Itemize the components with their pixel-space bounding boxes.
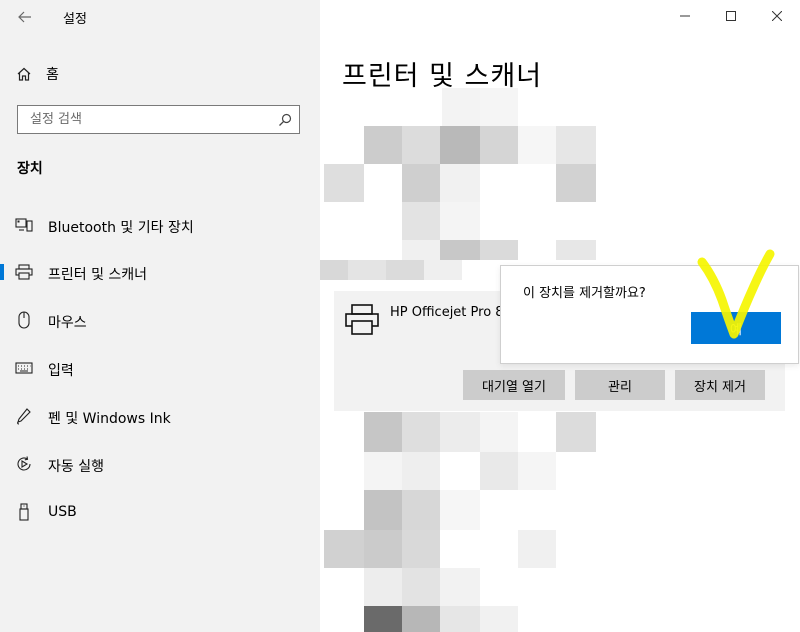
sidebar-item-label: 프린터 및 스캐너 xyxy=(48,267,148,283)
bluetooth-devices-icon xyxy=(15,216,33,234)
sidebar-item-label: 입력 xyxy=(48,363,74,379)
manage-button[interactable]: 관리 xyxy=(575,370,665,400)
minimize-button[interactable] xyxy=(662,0,708,32)
yes-button[interactable]: 예 xyxy=(691,312,781,344)
remove-confirm-flyout: 이 장치를 제거할까요? 예 xyxy=(500,265,799,364)
selection-indicator xyxy=(0,264,4,280)
sidebar-item-label: USB xyxy=(48,504,77,520)
home-icon xyxy=(17,67,31,81)
sidebar-item-usb[interactable]: USB xyxy=(0,494,320,530)
settings-search-box[interactable] xyxy=(17,105,300,134)
sidebar-item-typing[interactable]: 입력 xyxy=(0,350,320,386)
back-button[interactable] xyxy=(12,5,38,29)
autoplay-icon xyxy=(15,455,33,473)
back-arrow-icon xyxy=(18,11,31,23)
maximize-button[interactable] xyxy=(708,0,754,32)
pen-icon xyxy=(15,407,33,425)
search-button[interactable] xyxy=(271,106,299,133)
remove-device-button[interactable]: 장치 제거 xyxy=(675,370,765,400)
mouse-icon xyxy=(15,311,33,329)
printer-icon xyxy=(345,304,379,335)
open-queue-button[interactable]: 대기열 열기 xyxy=(463,370,565,400)
sidebar-item-label: 자동 실행 xyxy=(48,459,104,475)
minimize-icon xyxy=(680,15,690,17)
settings-search-input[interactable] xyxy=(28,111,271,128)
section-title-devices: 장치 xyxy=(17,161,43,177)
home-nav-item[interactable]: 홈 xyxy=(16,62,59,86)
close-button[interactable] xyxy=(754,0,800,32)
sidebar-item-label: 펜 및 Windows Ink xyxy=(48,411,171,427)
sidebar-item-label: 마우스 xyxy=(48,315,87,331)
confirm-message: 이 장치를 제거할까요? xyxy=(523,286,646,301)
sidebar: 설정 홈 장치 Bluetooth 및 기타 장치 xyxy=(0,0,320,632)
sidebar-item-printers[interactable]: 프린터 및 스캐너 xyxy=(0,254,320,290)
usb-icon xyxy=(15,503,33,521)
sidebar-item-mouse[interactable]: 마우스 xyxy=(0,302,320,338)
sidebar-item-label: Bluetooth 및 기타 장치 xyxy=(48,220,194,236)
home-label: 홈 xyxy=(46,67,59,83)
sidebar-item-pen[interactable]: 펜 및 Windows Ink xyxy=(0,398,320,434)
close-icon xyxy=(772,11,782,21)
search-icon xyxy=(279,113,292,126)
sidebar-item-bluetooth[interactable]: Bluetooth 및 기타 장치 xyxy=(0,207,320,243)
sidebar-item-autoplay[interactable]: 자동 실행 xyxy=(0,446,320,482)
window-controls xyxy=(662,0,800,32)
device-name: HP Officejet Pro 8 xyxy=(390,305,504,320)
app-title: 설정 xyxy=(63,12,87,27)
printer-icon xyxy=(15,263,33,281)
maximize-icon xyxy=(726,11,736,21)
keyboard-icon xyxy=(15,359,33,377)
